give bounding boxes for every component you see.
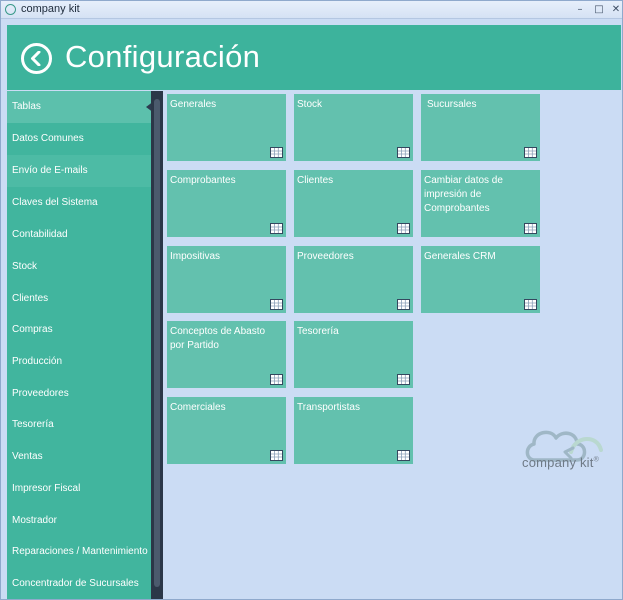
sidebar-item-produccion[interactable]: Producción — [7, 346, 152, 378]
window-title: company kit — [21, 3, 80, 15]
tile-label: Impositivas — [170, 251, 221, 262]
app-window: company kit – □ ✕ Configuración Tablas D… — [0, 0, 623, 600]
table-icon — [397, 450, 410, 461]
app-icon — [5, 4, 16, 15]
sidebar-item-tesoreria[interactable]: Tesorería — [7, 409, 152, 441]
sidebar-item-datos-comunes[interactable]: Datos Comunes — [7, 123, 152, 155]
tile-stock[interactable]: Stock — [294, 94, 413, 161]
tile-generales[interactable]: Generales — [167, 94, 286, 161]
tile-label: Generales — [170, 99, 217, 110]
tile-clientes[interactable]: Clientes — [294, 170, 413, 237]
sidebar-item-proveedores[interactable]: Proveedores — [7, 378, 152, 410]
table-icon — [270, 223, 283, 234]
table-icon — [524, 147, 537, 158]
sidebar-item-stock[interactable]: Stock — [7, 251, 152, 283]
table-icon — [270, 450, 283, 461]
sidebar-item-ventas[interactable]: Ventas — [7, 441, 152, 473]
tile-comprobantes[interactable]: Comprobantes — [167, 170, 286, 237]
table-icon — [397, 147, 410, 158]
tile-label: Proveedores — [297, 251, 354, 262]
sidebar-item-impresor-fiscal[interactable]: Impresor Fiscal — [7, 473, 152, 505]
sidebar-item-clientes[interactable]: Clientes — [7, 283, 152, 315]
sidebar-item-tablas[interactable]: Tablas — [7, 91, 152, 123]
tile-label: Stock — [297, 99, 323, 110]
tile-tesoreria[interactable]: Tesorería — [294, 321, 413, 388]
title-bar: company kit – □ ✕ — [1, 1, 622, 19]
sidebar-item-concentrador-sucursales[interactable]: Concentrador de Sucursales — [7, 568, 152, 600]
sidebar-item-mostrador[interactable]: Mostrador — [7, 505, 152, 537]
sidebar-item-claves-sistema[interactable]: Claves del Sistema — [7, 187, 152, 219]
tile-label: Comprobantes — [170, 175, 236, 186]
sidebar: Tablas Datos Comunes Envío de E-mails Cl… — [7, 91, 154, 600]
table-icon — [270, 374, 283, 385]
tile-label: Generales CRM — [424, 251, 496, 262]
tile-label: Comerciales — [170, 402, 226, 413]
tile-sucursales[interactable]: Sucursales — [421, 94, 540, 161]
tile-comerciales[interactable]: Comerciales — [167, 397, 286, 464]
back-button[interactable] — [21, 43, 52, 74]
tile-label: Tesorería — [297, 326, 339, 337]
logo-text: company kit® — [522, 455, 599, 470]
maximize-button[interactable]: □ — [591, 2, 607, 17]
table-icon — [524, 223, 537, 234]
sidebar-scrollbar[interactable] — [151, 91, 163, 599]
table-icon — [524, 299, 537, 310]
tile-label: Conceptos de Abasto por Partido — [170, 326, 266, 351]
tile-label: Sucursales — [427, 99, 477, 110]
table-icon — [397, 223, 410, 234]
tile-label: Clientes — [297, 175, 334, 186]
sidebar-item-compras[interactable]: Compras — [7, 314, 152, 346]
tile-transportistas[interactable]: Transportistas — [294, 397, 413, 464]
tile-label: Cambiar datos de impresión de Comprobant… — [424, 175, 503, 214]
scrollbar-thumb[interactable] — [154, 99, 160, 587]
minimize-button[interactable]: – — [572, 2, 588, 17]
back-arrow-icon — [31, 51, 41, 66]
tile-proveedores[interactable]: Proveedores — [294, 246, 413, 313]
tile-cambiar-datos-impresion[interactable]: Cambiar datos de impresión de Comprobant… — [421, 170, 540, 237]
close-button[interactable]: ✕ — [608, 2, 623, 17]
table-icon — [270, 299, 283, 310]
tile-impositivas[interactable]: Impositivas — [167, 246, 286, 313]
tile-generales-crm[interactable]: Generales CRM — [421, 246, 540, 313]
sidebar-item-reparaciones[interactable]: Reparaciones / Mantenimiento — [7, 536, 152, 568]
table-icon — [397, 299, 410, 310]
table-icon — [270, 147, 283, 158]
table-icon — [397, 374, 410, 385]
sidebar-item-envio-emails[interactable]: Envío de E-mails — [7, 155, 152, 187]
page-header: Configuración — [7, 25, 621, 90]
sidebar-item-contabilidad[interactable]: Contabilidad — [7, 219, 152, 251]
tile-label: Transportistas — [297, 402, 360, 413]
tile-conceptos-abasto[interactable]: Conceptos de Abasto por Partido — [167, 321, 286, 388]
page-title: Configuración — [65, 39, 261, 74]
